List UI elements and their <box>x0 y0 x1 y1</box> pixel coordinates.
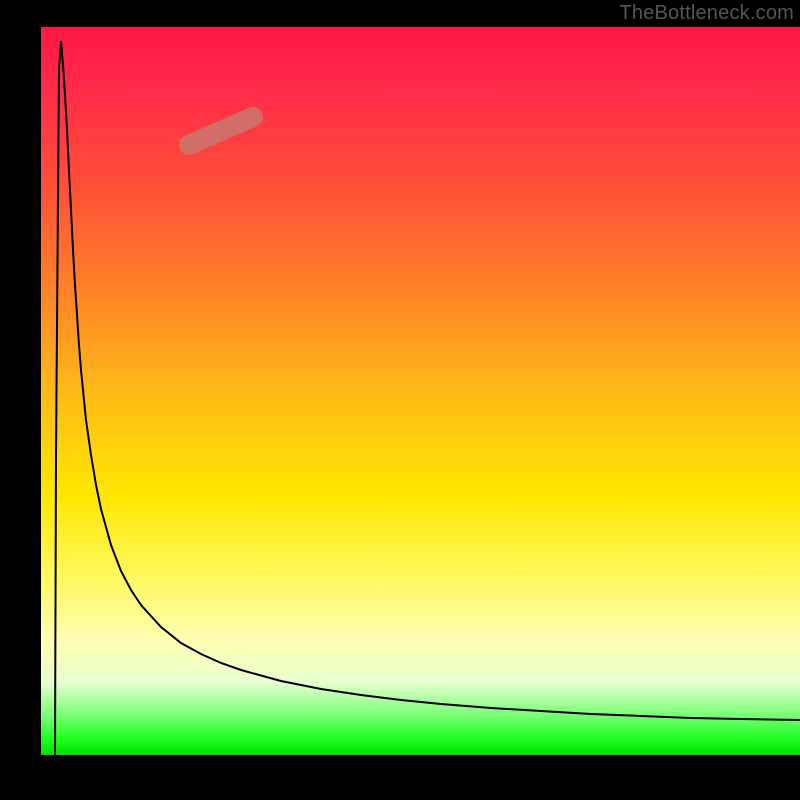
watermark-text: TheBottleneck.com <box>619 2 794 25</box>
chart-gradient-background <box>41 27 800 755</box>
